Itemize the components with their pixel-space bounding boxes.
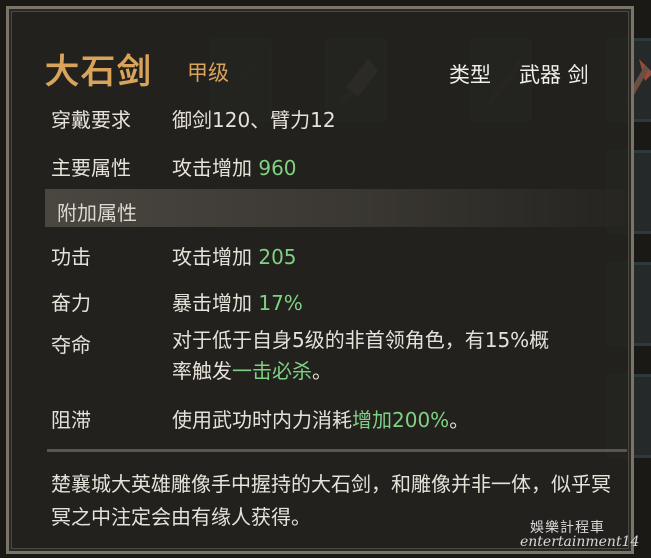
bonus-2-label: 奋力	[51, 291, 91, 315]
requirement-label: 穿戴要求	[51, 108, 131, 132]
bonus-2-value: 暴击增加 17%	[172, 287, 303, 316]
item-name: 大石剑	[45, 52, 153, 92]
bonus-1-label: 功击	[51, 245, 91, 269]
skill-zhi-prefix: 使用武功时内力消耗	[172, 408, 352, 432]
item-type-value: 武器 剑	[519, 63, 589, 87]
skill-zhi-highlight: 增加200%	[352, 408, 450, 432]
skill-ming-line1: 对于低于自身5级的非首领角色，有15%概	[172, 328, 550, 352]
main-attribute-number: 960	[258, 156, 297, 180]
skill-zhi-description: 使用武功时内力消耗增加200%。	[172, 404, 469, 433]
bonus-section-title: 附加属性	[57, 201, 137, 225]
bonus-1-text: 攻击增加	[172, 245, 259, 269]
skill-ming-line2: 率触发一击必杀。	[172, 356, 612, 387]
skill-ming-line2-suffix: 。	[312, 359, 332, 383]
item-type-label: 类型	[449, 63, 491, 87]
skill-ming-highlight: 一击必杀	[232, 359, 312, 383]
skill-ming-description: 对于低于自身5级的非首领角色，有15%概 率触发一击必杀。	[172, 325, 612, 387]
watermark-line2: entertainment14	[520, 534, 640, 550]
item-grade: 甲级	[187, 61, 229, 85]
lore-divider	[47, 449, 627, 452]
item-tooltip: 大石剑 甲级 类型 武器 剑 穿戴要求 御剑120、臂力12 主要属性 攻击增加…	[6, 6, 634, 554]
skill-ming-label: 夺命	[51, 333, 91, 357]
main-attribute-label: 主要属性	[51, 156, 131, 180]
requirement-value: 御剑120、臂力12	[172, 108, 336, 132]
skill-zhi-suffix: 。	[449, 408, 470, 432]
bonus-1-number: 205	[258, 245, 297, 269]
skill-ming-line2-prefix: 率触发	[172, 359, 232, 383]
bonus-1-value: 攻击增加 205	[172, 241, 297, 270]
main-attribute-text: 攻击增加	[172, 156, 259, 180]
bonus-2-number: 17%	[258, 291, 303, 315]
bonus-2-text: 暴击增加	[172, 291, 259, 315]
main-attribute-value: 攻击增加 960	[172, 152, 297, 181]
skill-zhi-label: 阻滞	[51, 408, 91, 432]
